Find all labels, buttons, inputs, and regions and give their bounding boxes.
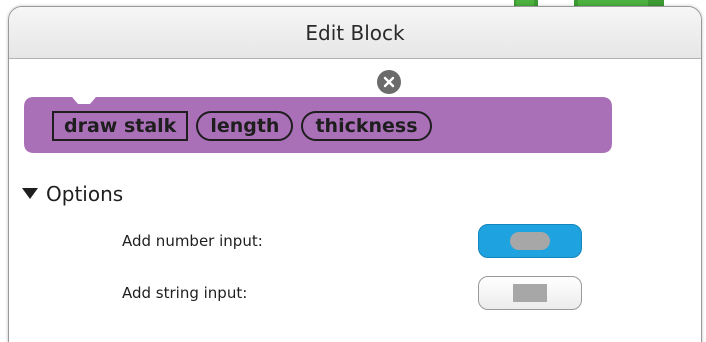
block-param-thickness[interactable]: thickness [301,111,432,141]
screen: Edit Block draw stalk length thickness O… [0,0,706,342]
add-string-input-row: Add string input: [122,276,582,310]
add-number-input-row: Add number input: [122,224,582,258]
dialog-title-bar: Edit Block [9,7,701,59]
string-input-icon [513,284,547,302]
options-toggle[interactable]: Options [22,182,123,206]
block-param-length[interactable]: length [196,111,294,141]
dialog-title: Edit Block [305,20,405,45]
options-label: Options [46,182,124,206]
add-number-input-label: Add number input: [122,232,263,250]
add-number-input-button[interactable] [478,224,582,258]
custom-block[interactable]: draw stalk length thickness [24,97,612,153]
block-content: draw stalk length thickness [52,111,432,141]
add-string-input-button[interactable] [478,276,582,310]
close-icon[interactable] [377,70,401,94]
add-string-input-label: Add string input: [122,284,248,302]
number-input-icon [510,232,550,250]
block-name-field[interactable]: draw stalk [52,111,189,141]
triangle-down-icon [22,188,38,199]
